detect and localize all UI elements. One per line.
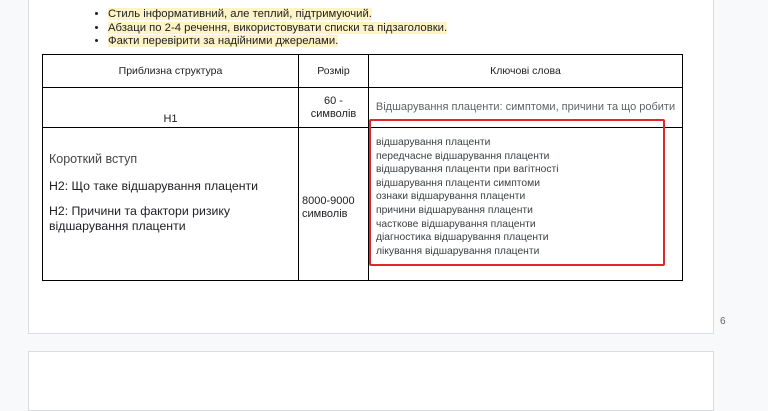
intro-label: Короткий вступ xyxy=(49,152,138,166)
cell-structure-h1[interactable]: H1 xyxy=(42,87,299,128)
header-keywords: Ключові слова xyxy=(368,54,683,88)
cell-size-body[interactable]: 8000-9000 символів xyxy=(298,127,369,281)
guideline-item: Стиль інформативний, але теплий, підтрим… xyxy=(108,8,447,22)
guidelines-list: Стиль інформативний, але теплий, підтрим… xyxy=(90,8,448,49)
keywords-highlight-box xyxy=(369,119,665,266)
next-document-page xyxy=(28,351,714,411)
h2-heading: H2: Причини та фактори ризику відшаруван… xyxy=(49,204,231,233)
header-size: Розмір xyxy=(298,54,369,88)
table-header-row: Приблизна структура Розмір Ключові слова xyxy=(42,54,683,88)
guideline-item: Абзаци по 2-4 речення, використовувати с… xyxy=(108,21,448,36)
header-structure: Приблизна структура xyxy=(42,54,299,88)
guideline-item: Факти перевірити за надійними джерелами. xyxy=(108,35,447,49)
page-number: 6 xyxy=(720,316,726,327)
h2-heading: H2: Що таке відшарування плаценти xyxy=(49,179,259,193)
cell-structure-body[interactable]: Короткий вступ H2: Що таке відшарування … xyxy=(42,127,299,281)
cell-size-h1[interactable]: 60 - символів xyxy=(298,87,369,128)
